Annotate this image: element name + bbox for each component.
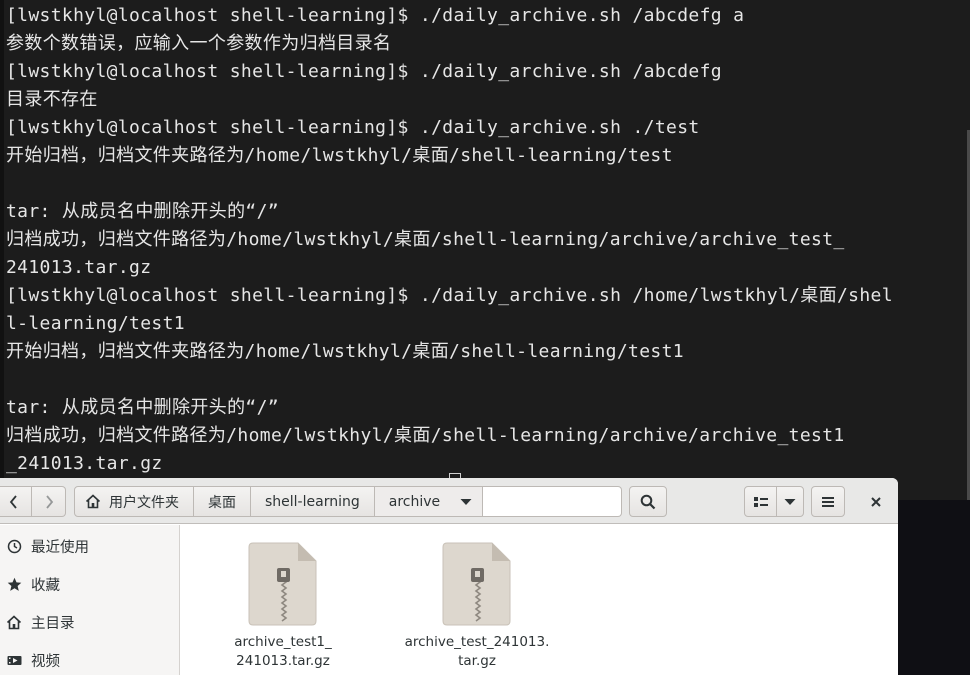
window-edge [0,0,4,500]
view-options-button[interactable] [776,486,804,517]
screen: [lwstkhyl@localhost shell-learning]$ ./d… [0,0,970,675]
terminal-line-6: 开始归档，归档文件夹路径为/home/lwstkhyl/桌面/shell-lea… [6,145,673,166]
file-name: archive_test1_ 241013.tar.gz [234,634,332,669]
terminal-line-17: _241013.tar.gz [6,453,163,474]
list-view-icon [753,496,768,507]
view-list-button[interactable] [744,486,777,517]
search-icon [640,494,656,509]
home-icon [85,494,101,509]
close-button[interactable] [860,486,891,517]
file-item[interactable]: archive_test_241013. tar.gz [402,541,552,671]
terminal-line-8: tar: 从成员名中删除开头的“/” [6,201,279,222]
path-bar-empty[interactable] [483,486,622,517]
close-icon [870,496,881,507]
terminal-line-12: l-learning/test1 [6,313,185,334]
breadcrumb-desktop[interactable]: 桌面 [194,486,251,517]
search-button[interactable] [629,486,667,517]
sidebar-item-starred[interactable]: 收藏 [0,565,179,603]
zip-archive-icon [248,542,317,626]
file-manager-window[interactable]: 用户文件夹 桌面 shell-learning archive 最近使用 收藏 … [0,478,898,675]
star-icon [6,576,22,592]
terminal-line-16: 归档成功，归档文件路径为/home/lwstkhyl/桌面/shell-lear… [6,425,845,446]
headerbar: 用户文件夹 桌面 shell-learning archive [0,478,898,524]
terminal-line-2: 参数个数错误，应输入一个参数作为归档目录名 [6,33,392,54]
breadcrumb-home[interactable]: 用户文件夹 [74,486,194,517]
home-icon [6,614,22,630]
breadcrumb-home-label: 用户文件夹 [109,494,179,511]
terminal-line-7 [6,170,968,198]
chevron-left-icon [9,494,17,509]
sidebar-item-label: 视频 [31,653,60,670]
breadcrumb-archive[interactable]: archive [374,486,484,517]
breadcrumb-desktop-label: 桌面 [208,494,236,511]
terminal-line-4: 目录不存在 [6,89,98,110]
desktop-background [898,500,970,675]
sidebar-item-label: 主目录 [31,615,75,632]
back-button[interactable] [0,486,32,517]
caret-down-icon [460,498,472,505]
sidebar-item-recent[interactable]: 最近使用 [0,527,179,565]
terminal-line-5: [lwstkhyl@localhost shell-learning]$ ./d… [6,117,700,138]
video-icon [6,652,22,668]
terminal-line-14 [6,366,968,394]
menu-button[interactable] [811,486,845,517]
breadcrumb-shell-learning-label: shell-learning [265,493,360,510]
terminal-line-3: [lwstkhyl@localhost shell-learning]$ ./d… [6,61,722,82]
caret-down-icon [784,498,796,505]
terminal-line-15: tar: 从成员名中删除开头的“/” [6,397,279,418]
sidebar: 最近使用 收藏 主目录 视频 [0,525,180,675]
terminal-line-11: [lwstkhyl@localhost shell-learning]$ ./d… [6,285,893,306]
sidebar-item-label: 收藏 [31,577,60,594]
terminal-line-1: [lwstkhyl@localhost shell-learning]$ ./d… [6,5,745,26]
sidebar-item-home[interactable]: 主目录 [0,603,179,641]
breadcrumb-shell-learning[interactable]: shell-learning [251,486,375,517]
terminal-window[interactable]: [lwstkhyl@localhost shell-learning]$ ./d… [0,0,970,500]
breadcrumb-archive-label: archive [388,493,441,510]
sidebar-item-videos[interactable]: 视频 [0,641,179,675]
forward-button[interactable] [32,486,66,517]
hamburger-menu-icon [822,496,834,507]
path-bar: 用户文件夹 桌面 shell-learning archive [74,486,622,517]
file-view[interactable]: archive_test1_ 241013.tar.gz archive_tes… [180,525,898,675]
clock-icon [6,538,22,554]
terminal-line-13: 开始归档，归档文件夹路径为/home/lwstkhyl/桌面/shell-lea… [6,341,684,362]
terminal-line-10: 241013.tar.gz [6,257,152,278]
sidebar-item-label: 最近使用 [31,539,89,556]
file-name: archive_test_241013. tar.gz [404,634,550,669]
file-item[interactable]: archive_test1_ 241013.tar.gz [208,541,358,671]
zip-archive-icon [442,542,511,626]
chevron-right-icon [45,494,53,509]
terminal-line-9: 归档成功，归档文件路径为/home/lwstkhyl/桌面/shell-lear… [6,229,845,250]
